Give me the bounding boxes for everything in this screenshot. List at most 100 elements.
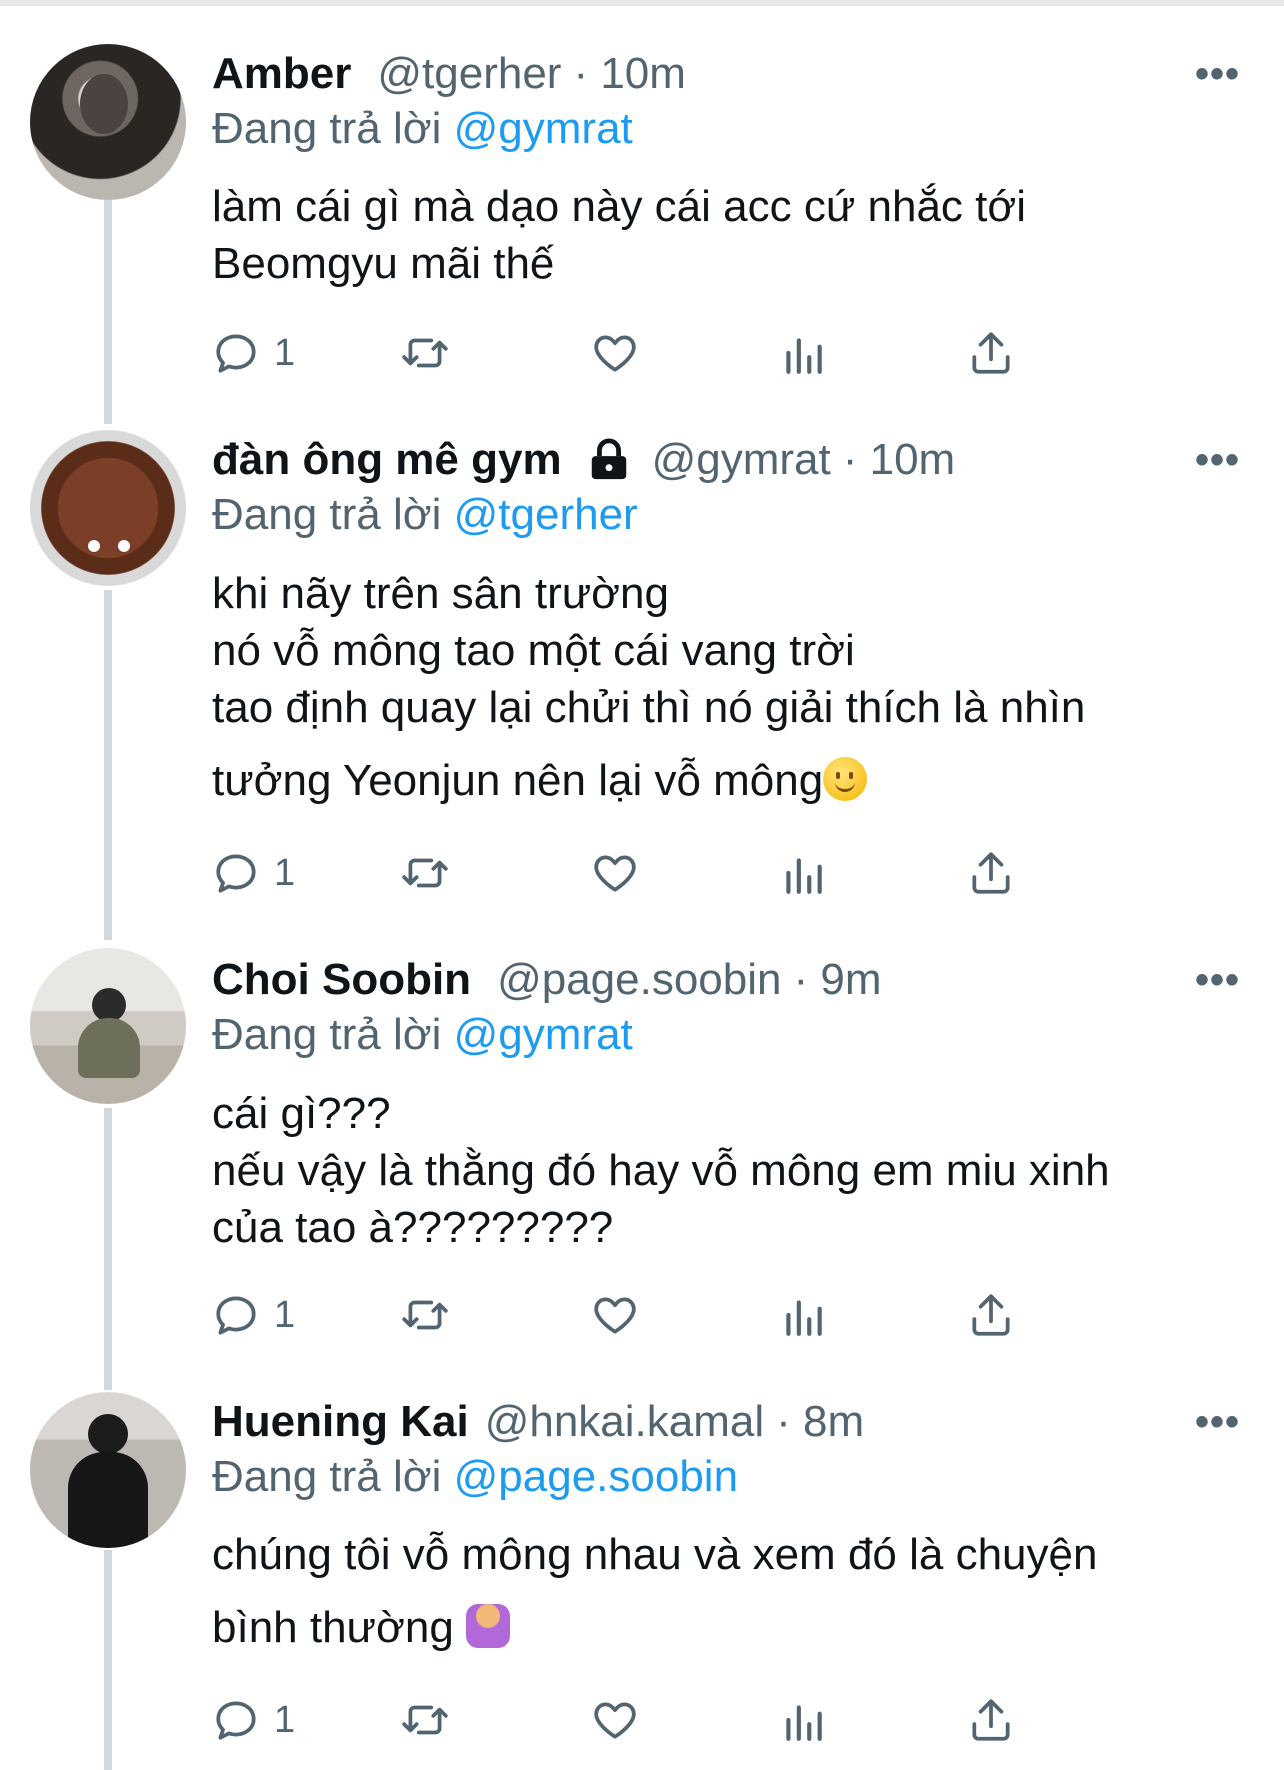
tweet-header: Huening Kai @hnkai.kamal · 8m — [212, 1394, 864, 1450]
analytics-button[interactable] — [778, 1290, 828, 1340]
reply-icon — [216, 1701, 256, 1740]
like-button[interactable] — [590, 848, 640, 898]
replying-to-prefix: Đang trả lời — [212, 104, 442, 153]
user-handle[interactable]: @hnkai.kamal — [485, 1397, 764, 1447]
share-icon — [972, 1294, 1010, 1336]
tweet-text-line-with-emoji: bình thường — [212, 1599, 1242, 1656]
reply-count: 1 — [274, 851, 296, 894]
tweet-text-line: khi nãy trên sân trường — [212, 569, 669, 618]
display-name[interactable]: Choi Soobin — [212, 955, 471, 1005]
retweet-button[interactable] — [400, 328, 450, 378]
analytics-button[interactable] — [778, 1695, 828, 1745]
like-icon — [594, 1702, 636, 1739]
analytics-icon — [786, 1705, 822, 1741]
tweet-text-line: chúng tôi vỗ mông nhau và xem đó là chuy… — [212, 1530, 1098, 1579]
reply-icon — [216, 334, 256, 373]
reply-mention-link[interactable]: @gymrat — [454, 1010, 633, 1059]
tweet-text-line: Beomgyu mãi thế — [212, 239, 555, 288]
tweet-text-line: nếu vậy là thằng đó hay vỗ mông em miu x… — [212, 1146, 1110, 1195]
reply-mention-link[interactable]: @gymrat — [454, 104, 633, 153]
thread-line — [104, 1108, 112, 1390]
analytics-icon — [786, 858, 822, 894]
tweet-actions: 1 — [212, 328, 1132, 384]
replying-to: Đang trả lời @gymrat — [212, 1010, 633, 1060]
retweet-icon — [402, 1705, 448, 1735]
tweet-text: cái gì??? nếu vậy là thằng đó hay vỗ môn… — [212, 1085, 1242, 1256]
share-button[interactable] — [966, 1290, 1016, 1340]
smiling-face-emoji — [823, 757, 868, 801]
tweet-text-line: tao định quay lại chửi thì nó giải thích… — [212, 683, 1086, 732]
more-icon[interactable]: ••• — [1195, 1400, 1240, 1445]
reply-mention-link[interactable]: @page.soobin — [454, 1452, 738, 1501]
display-name[interactable]: Huening Kai — [212, 1397, 469, 1447]
more-icon[interactable]: ••• — [1195, 438, 1240, 483]
tweet-text-line: của tao à????????? — [212, 1203, 614, 1252]
display-name[interactable]: Amber — [212, 49, 351, 99]
timestamp[interactable]: · 9m — [794, 955, 882, 1005]
tweet-text-line: nó vỗ mông tao một cái vang trời — [212, 626, 855, 675]
replying-to-prefix: Đang trả lời — [212, 490, 442, 539]
tweet-text: làm cái gì mà dạo này cái acc cứ nhắc tớ… — [212, 178, 1242, 292]
analytics-button[interactable] — [778, 848, 828, 898]
retweet-icon — [402, 1300, 448, 1330]
retweet-button[interactable] — [400, 1695, 450, 1745]
more-icon[interactable]: ••• — [1195, 52, 1240, 97]
retweet-button[interactable] — [400, 1290, 450, 1340]
like-icon — [594, 1297, 636, 1334]
retweet-icon — [402, 338, 448, 368]
tweet-text-line: bình thường — [212, 1603, 454, 1652]
avatar[interactable] — [30, 948, 186, 1104]
person-tipping-hand-emoji — [466, 1604, 511, 1648]
share-icon — [972, 1699, 1010, 1741]
reply-count: 1 — [274, 331, 296, 374]
tweet-text-line: tưởng Yeonjun nên lại vỗ mông — [212, 756, 824, 805]
more-icon[interactable]: ••• — [1195, 958, 1240, 1003]
user-handle[interactable]: @gymrat — [652, 435, 831, 485]
reply-count: 1 — [274, 1698, 296, 1741]
top-divider — [0, 0, 1284, 6]
reply-button[interactable]: 1 — [212, 1290, 295, 1340]
share-icon — [972, 852, 1010, 894]
timestamp[interactable]: · 10m — [573, 49, 685, 99]
reply-icon — [216, 1296, 256, 1335]
reply-button[interactable]: 1 — [212, 1695, 295, 1745]
tweet-text: chúng tôi vỗ mông nhau và xem đó là chuy… — [212, 1526, 1242, 1656]
reply-icon — [216, 854, 256, 893]
replying-to-prefix: Đang trả lời — [212, 1010, 442, 1059]
display-name[interactable]: đàn ông mê gym — [212, 435, 562, 485]
share-icon — [972, 332, 1010, 374]
share-button[interactable] — [966, 848, 1016, 898]
reply-button[interactable]: 1 — [212, 848, 295, 898]
like-icon — [594, 335, 636, 372]
user-handle[interactable]: @page.soobin — [497, 955, 781, 1005]
replying-to: Đang trả lời @page.soobin — [212, 1452, 738, 1502]
lock-icon — [591, 438, 626, 480]
replying-to: Đang trả lời @tgerher — [212, 490, 638, 540]
like-button[interactable] — [590, 1290, 640, 1340]
analytics-button[interactable] — [778, 328, 828, 378]
tweet-header: Amber @tgerher · 10m — [212, 46, 686, 102]
avatar[interactable] — [30, 44, 186, 200]
avatar[interactable] — [30, 1392, 186, 1548]
user-handle[interactable]: @tgerher — [377, 49, 561, 99]
tweet-actions: 1 — [212, 1695, 1132, 1751]
replying-to-prefix: Đang trả lời — [212, 1452, 442, 1501]
timestamp[interactable]: · 10m — [843, 435, 955, 485]
tweet-text-line-with-emoji: tưởng Yeonjun nên lại vỗ mông — [212, 752, 1242, 809]
tweet-text-line: làm cái gì mà dạo này cái acc cứ nhắc tớ… — [212, 182, 1026, 231]
timestamp[interactable]: · 8m — [776, 1397, 864, 1447]
retweet-button[interactable] — [400, 848, 450, 898]
avatar[interactable] — [30, 430, 186, 586]
reply-mention-link[interactable]: @tgerher — [454, 490, 638, 539]
analytics-icon — [786, 338, 822, 374]
tweet-header: Choi Soobin @page.soobin · 9m — [212, 952, 882, 1008]
retweet-icon — [402, 858, 448, 888]
thread-line — [104, 186, 112, 424]
share-button[interactable] — [966, 1695, 1016, 1745]
like-button[interactable] — [590, 328, 640, 378]
thread-line — [104, 590, 112, 940]
like-button[interactable] — [590, 1695, 640, 1745]
reply-count: 1 — [274, 1293, 296, 1336]
reply-button[interactable]: 1 — [212, 328, 295, 378]
share-button[interactable] — [966, 328, 1016, 378]
